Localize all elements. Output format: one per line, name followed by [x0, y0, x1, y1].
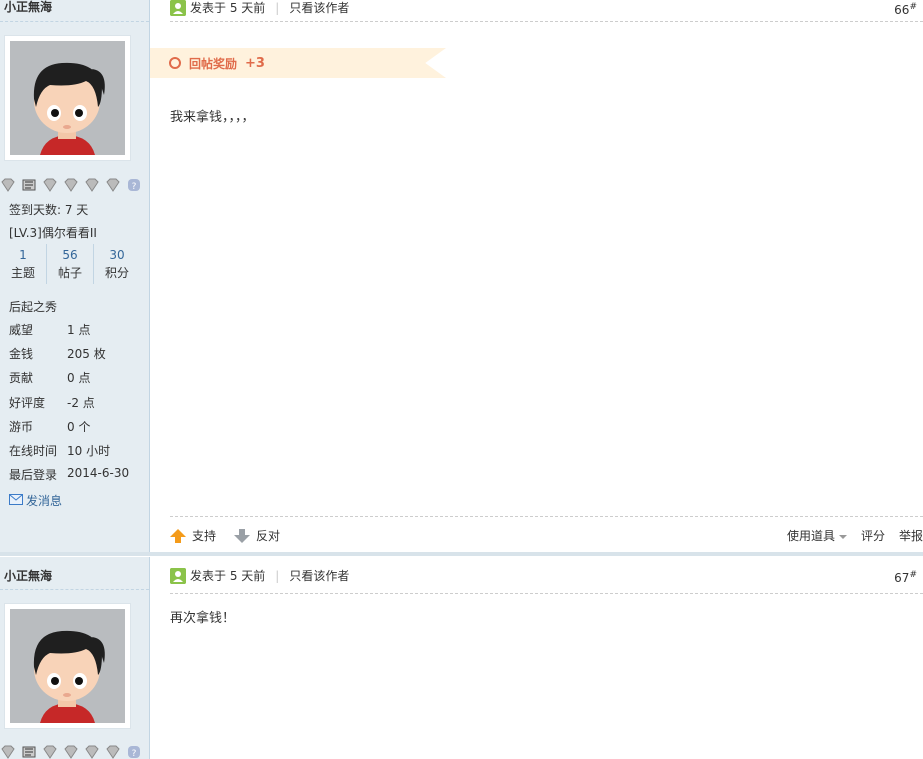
- post-divider: [0, 552, 923, 556]
- author-name[interactable]: 小正無海: [0, 0, 149, 22]
- post-67: 小正無海 ? 发表于 5 天前 | 只看该作者 67# 再次拿钱！: [0, 557, 923, 759]
- only-author-link[interactable]: 只看该作者: [289, 567, 349, 584]
- reward-label: 回帖奖励: [189, 56, 238, 71]
- send-message-link[interactable]: 发消息: [9, 492, 62, 509]
- reply-reward-banner: 回帖奖励 +3: [150, 48, 446, 78]
- stat-row: 威望 1 点: [9, 323, 91, 337]
- only-author-link[interactable]: 只看该作者: [289, 0, 349, 16]
- medal-icon[interactable]: [63, 178, 79, 192]
- separator: |: [275, 568, 280, 583]
- post-content: 我来拿钱，，，，: [170, 110, 255, 125]
- help-icon[interactable]: ?: [126, 745, 142, 759]
- stat-row: 在线时间 10 小时: [9, 444, 111, 458]
- medal-icon[interactable]: [63, 745, 79, 759]
- stat-row: 金钱 205 枚: [9, 347, 106, 361]
- medal-icon[interactable]: [0, 178, 16, 192]
- post-header: 发表于 5 天前 | 只看该作者 66#: [170, 0, 923, 22]
- post-meta: 发表于 5 天前 | 只看该作者: [170, 0, 349, 16]
- reward-amount: +3: [245, 55, 265, 71]
- floor-number[interactable]: 66#: [894, 2, 917, 17]
- medal-row: ?: [0, 744, 142, 759]
- post-66: 小正無海 ? 签到天数: 7 天 [LV.3]偶尔看看II 1 主题 56 帖子…: [0, 0, 923, 553]
- stat-row: 贡献 0 点: [9, 371, 91, 385]
- author-name[interactable]: 小正無海: [0, 557, 149, 590]
- rate-link[interactable]: 评分: [861, 527, 885, 544]
- medal-icon[interactable]: [105, 745, 121, 759]
- medal-icon[interactable]: [84, 178, 100, 192]
- medal-icon[interactable]: [21, 178, 37, 192]
- medal-icon[interactable]: [105, 178, 121, 192]
- medal-icon[interactable]: [42, 745, 58, 759]
- post-tools: 使用道具 评分 举报: [787, 527, 923, 544]
- medal-icon[interactable]: [84, 745, 100, 759]
- post-footer: 支持 反对 使用道具 评分 举报: [170, 516, 923, 546]
- count-credits[interactable]: 30 积分: [94, 244, 140, 284]
- medal-icon[interactable]: [0, 745, 16, 759]
- author-sidebar: 小正無海: [0, 557, 150, 759]
- post-meta: 发表于 5 天前 | 只看该作者: [170, 567, 349, 584]
- reward-circle-icon: [169, 57, 181, 69]
- medal-icon[interactable]: [21, 745, 37, 759]
- thumb-down-arrow-icon: [234, 528, 250, 543]
- user-rank: 后起之秀: [9, 300, 58, 314]
- thumb-up-arrow-icon: [170, 528, 186, 543]
- svg-text:?: ?: [132, 749, 137, 759]
- use-tool-menu[interactable]: 使用道具: [787, 527, 847, 544]
- chevron-down-icon: [838, 534, 847, 539]
- count-topics[interactable]: 1 主题: [0, 244, 47, 284]
- post-header: 发表于 5 天前 | 只看该作者 67#: [170, 567, 923, 594]
- medal-row: ?: [0, 177, 142, 193]
- online-status-icon: [170, 567, 186, 584]
- user-level[interactable]: [LV.3]偶尔看看II: [9, 224, 97, 241]
- author-sidebar: 小正無海: [0, 0, 150, 553]
- stat-row: 好评度 -2 点: [9, 396, 95, 410]
- floor-number[interactable]: 67#: [894, 570, 917, 585]
- separator: |: [275, 0, 280, 15]
- signin-days: 签到天数: 7 天: [9, 203, 89, 217]
- post-time: 发表于 5 天前: [190, 569, 266, 583]
- avatar[interactable]: [4, 603, 131, 729]
- support-button[interactable]: 支持: [170, 527, 216, 544]
- help-icon[interactable]: ?: [126, 178, 142, 192]
- post-main: 发表于 5 天前 | 只看该作者 66# 回帖奖励 +3 我来拿钱，，，， 支持…: [150, 0, 923, 553]
- online-status-icon: [170, 0, 186, 16]
- post-content: 再次拿钱！: [170, 611, 236, 626]
- post-main: 发表于 5 天前 | 只看该作者 67# 再次拿钱！: [150, 557, 923, 759]
- svg-text:?: ?: [132, 182, 137, 192]
- stat-row: 游币 0 个: [9, 420, 91, 434]
- avatar[interactable]: [4, 35, 131, 161]
- user-counts: 1 主题 56 帖子 30 积分: [0, 244, 140, 284]
- medal-icon[interactable]: [42, 178, 58, 192]
- stat-row: 最后登录 2014-6-30: [9, 466, 130, 482]
- post-time: 发表于 5 天前: [190, 1, 266, 15]
- report-link[interactable]: 举报: [899, 527, 923, 544]
- mail-icon: [9, 493, 23, 508]
- oppose-button[interactable]: 反对: [234, 527, 280, 544]
- count-posts[interactable]: 56 帖子: [47, 244, 94, 284]
